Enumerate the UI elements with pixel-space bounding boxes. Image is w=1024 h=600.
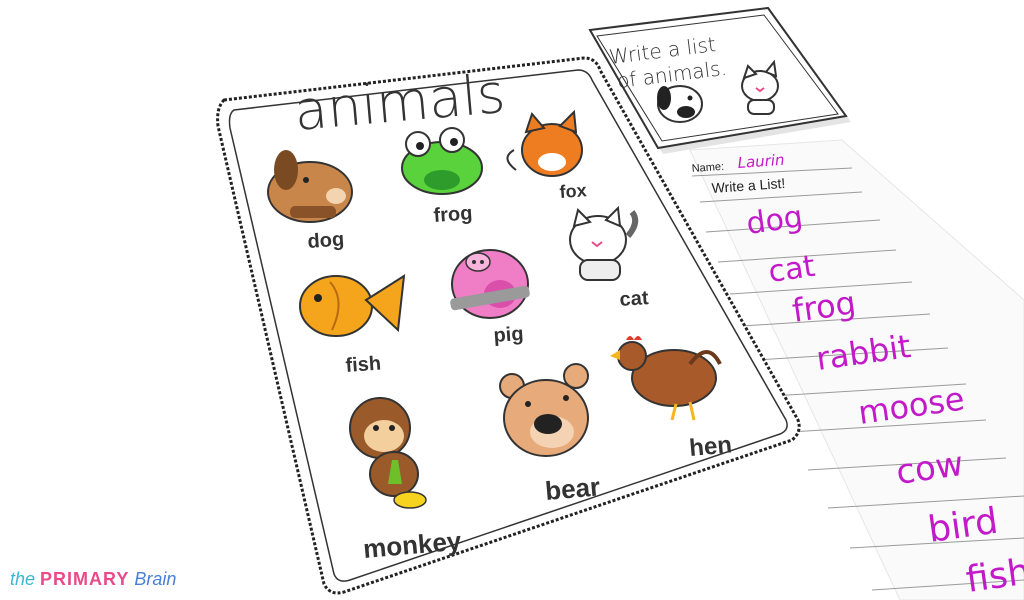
label-bear: bear [544,471,601,506]
label-fish: fish [345,353,382,377]
worksheet-name-label: Name: [691,161,724,175]
label-fox: fox [559,180,587,202]
label-frog: frog [433,202,473,227]
worksheet-name-value: Laurin [737,151,785,172]
worksheet-entry: cat [766,249,817,290]
label-hen: hen [688,431,733,462]
brand-part-2: PRIMARY [40,569,130,589]
brand-logo: the PRIMARY Brain [10,569,176,590]
label-dog: dog [307,228,345,253]
pig-picture [450,249,530,319]
prompt-dog-picture [657,85,703,123]
label-cat: cat [619,287,650,311]
worksheet-entry: fish [964,551,1024,600]
photo-scene: Name: Laurin Write a List! dog cat frog … [216,6,1024,600]
brand-part-3: Brain [134,569,177,589]
label-pig: pig [493,323,524,347]
brand-part-1: the [10,569,36,589]
